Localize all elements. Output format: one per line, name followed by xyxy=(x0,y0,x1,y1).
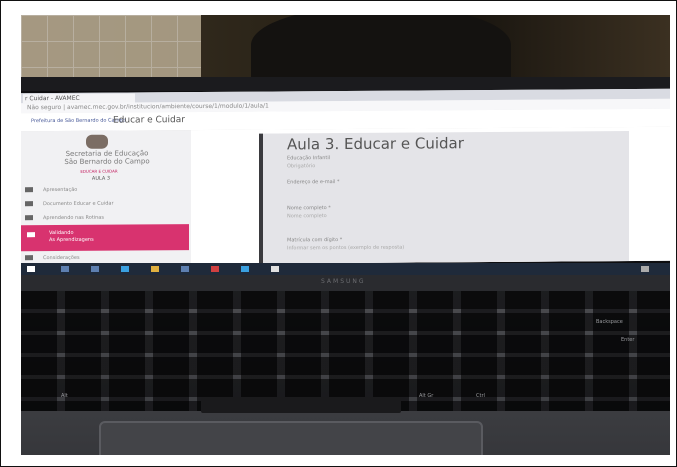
laptop-screen: r Cuidar - AVAMEC Não seguro | avamec.me… xyxy=(21,88,670,266)
required-note: Obrigatório xyxy=(287,163,316,170)
video-icon xyxy=(25,215,33,221)
laptop-bezel: SAMSUNG xyxy=(21,275,670,291)
crest-icon xyxy=(86,134,108,149)
enter-key[interactable]: Enter xyxy=(621,337,634,343)
site-title: Educar e Cuidar xyxy=(113,115,185,126)
checklist-icon xyxy=(27,232,35,238)
office-icon[interactable] xyxy=(211,266,219,272)
monitor-icon xyxy=(25,255,33,261)
altgr-key[interactable]: Alt Gr xyxy=(419,393,433,399)
chrome-icon[interactable] xyxy=(271,266,279,272)
brand-logo: SAMSUNG xyxy=(321,278,366,285)
wall-tiles xyxy=(21,15,201,77)
start-icon[interactable] xyxy=(27,266,35,272)
matricula-field[interactable]: Informar sem os pontos (exemplo de respo… xyxy=(287,245,404,252)
image-frame: r Cuidar - AVAMEC Não seguro | avamec.me… xyxy=(0,0,677,467)
secretaria-label: Secretaria de Educação São Bernardo do C… xyxy=(64,149,150,166)
matricula-label: Matrícula com dígito * xyxy=(287,237,343,244)
store-icon[interactable] xyxy=(181,266,189,272)
folder-icon[interactable] xyxy=(151,266,159,272)
email-label: Endereço de e-mail * xyxy=(287,179,340,186)
form-subtitle: Educação Infantil xyxy=(287,155,331,162)
course-sidebar: Secretaria de Educação São Bernardo do C… xyxy=(21,130,191,266)
form-title: Aula 3. Educar e Cuidar xyxy=(287,134,464,154)
sidebar-item-apresentacao[interactable]: Apresentação xyxy=(25,182,185,197)
windows-taskbar xyxy=(21,263,670,275)
sidebar-item-rotinas[interactable]: Aprendendo nas Rotinas xyxy=(25,210,185,225)
form-card: Aula 3. Educar e Cuidar Educação Infanti… xyxy=(259,131,629,264)
alt-key[interactable]: Alt xyxy=(61,393,68,399)
touchpad[interactable] xyxy=(99,421,483,455)
course-label[interactable]: EDUCAR E CUIDAR xyxy=(69,169,129,174)
photo: r Cuidar - AVAMEC Não seguro | avamec.me… xyxy=(21,15,670,455)
mail-icon[interactable] xyxy=(241,266,249,272)
lesson-label: AULA 3 xyxy=(91,175,111,182)
main-content: Aula 3. Educar e Cuidar Educação Infanti… xyxy=(191,126,670,265)
sidebar-item-validando[interactable]: Validando As Aprendizagens xyxy=(21,224,189,252)
sidebar-item-documento[interactable]: Documento Educar e Cuidar xyxy=(25,196,185,211)
keyboard-keys xyxy=(21,291,670,411)
edge-icon[interactable] xyxy=(121,266,129,272)
search-icon[interactable] xyxy=(61,266,69,272)
person-silhouette xyxy=(251,15,511,85)
backspace-key[interactable]: Backspace xyxy=(596,319,623,325)
site-logo[interactable]: Prefeitura de São Bernardo do Campo xyxy=(31,118,126,125)
task-view-icon[interactable] xyxy=(91,266,99,272)
list-icon xyxy=(25,187,33,193)
document-icon xyxy=(25,201,33,207)
tray-icon[interactable] xyxy=(641,266,649,272)
spacebar[interactable] xyxy=(201,397,401,413)
ctrl-key[interactable]: Ctrl xyxy=(476,393,485,399)
name-field[interactable]: Nome completo xyxy=(287,213,327,219)
name-label: Nome completo * xyxy=(287,205,331,212)
